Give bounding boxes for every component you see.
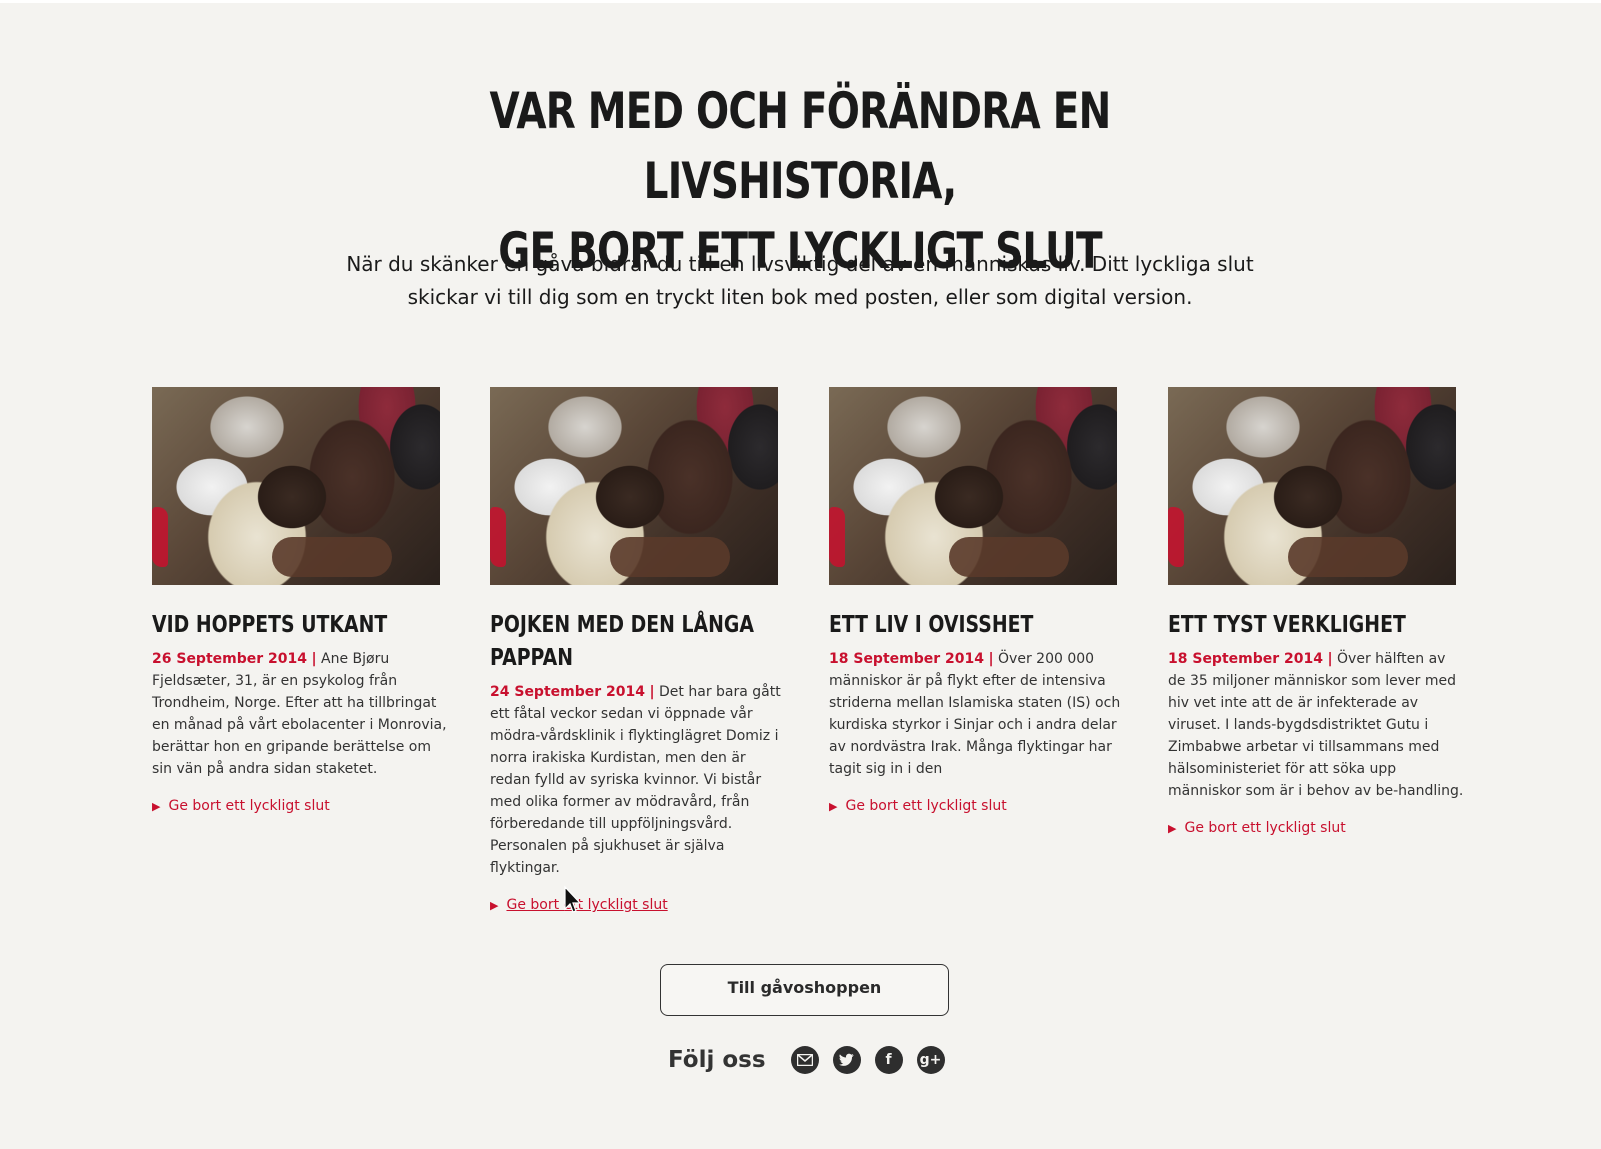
headline-line-1: Var med och förändra en livshistoria, <box>489 82 1112 210</box>
follow-us: Följ oss f g+ <box>668 1040 945 1080</box>
triangle-right-icon: ▶ <box>1168 821 1177 835</box>
story-photo[interactable] <box>1168 387 1456 585</box>
story-date: 18 September 2014 <box>1168 651 1323 667</box>
story-date: 18 September 2014 <box>829 651 984 667</box>
story-excerpt: 26 September 2014 | Ane Bjøru Fjeldsæter… <box>152 648 448 780</box>
link-label: Ge bort ett lyckligt slut <box>168 798 330 814</box>
triangle-right-icon: ▶ <box>152 799 161 813</box>
twitter-icon[interactable] <box>832 1046 861 1074</box>
top-border <box>0 0 1601 3</box>
story-text: Över hälften av de 35 miljoner människor… <box>1168 651 1464 799</box>
story-text: Ane Bjøru Fjeldsæter, 31, är en psykolog… <box>152 651 447 777</box>
social-links: f g+ <box>790 1046 945 1074</box>
give-happy-ending-link[interactable]: ▶ Ge bort ett lyckligt slut <box>152 798 452 814</box>
story-photo[interactable] <box>152 387 440 585</box>
follow-us-label: Följ oss <box>668 1047 766 1073</box>
story-title[interactable]: Ett tyst verklighet <box>1168 609 1463 642</box>
story-card: Vid hoppets utkant 26 September 2014 | A… <box>152 387 452 814</box>
link-label: Ge bort ett lyckligt slut <box>845 798 1007 814</box>
facebook-icon[interactable]: f <box>874 1046 903 1074</box>
story-separator: | <box>1327 651 1333 667</box>
story-date: 24 September 2014 <box>490 684 645 700</box>
link-label: Ge bort ett lyckligt slut <box>1184 820 1346 836</box>
story-date: 26 September 2014 <box>152 651 307 667</box>
link-label: Ge bort ett lyckligt slut <box>506 897 668 913</box>
story-separator: | <box>311 651 317 667</box>
story-text: Det har bara gått ett fåtal veckor sedan… <box>490 684 781 876</box>
story-card: Pojken med den långa pappan 24 September… <box>490 387 790 913</box>
story-separator: | <box>649 684 655 700</box>
story-card: Ett tyst verklighet 18 September 2014 | … <box>1168 387 1468 836</box>
gift-shop-button[interactable]: Till gåvoshoppen <box>660 964 949 1016</box>
story-photo[interactable] <box>829 387 1117 585</box>
triangle-right-icon: ▶ <box>829 799 838 813</box>
mail-icon[interactable] <box>790 1046 819 1074</box>
story-title[interactable]: Pojken med den långa pappan <box>490 609 761 675</box>
story-card: Ett liv i ovisshet 18 September 2014 | Ö… <box>829 387 1129 814</box>
intro-text: När du skänker en gåva bidrar du till en… <box>346 252 1254 309</box>
story-excerpt: 18 September 2014 | Över 200 000 människ… <box>829 648 1125 780</box>
mouse-cursor-icon <box>564 885 582 913</box>
give-happy-ending-link[interactable]: ▶ Ge bort ett lyckligt slut <box>490 897 790 913</box>
google-plus-icon[interactable]: g+ <box>916 1046 945 1074</box>
story-excerpt: 18 September 2014 | Över hälften av de 3… <box>1168 648 1464 802</box>
story-photo[interactable] <box>490 387 778 585</box>
story-separator: | <box>988 651 994 667</box>
story-excerpt: 24 September 2014 | Det har bara gått et… <box>490 681 786 879</box>
give-happy-ending-link[interactable]: ▶ Ge bort ett lyckligt slut <box>1168 820 1468 836</box>
give-happy-ending-link[interactable]: ▶ Ge bort ett lyckligt slut <box>829 798 1129 814</box>
triangle-right-icon: ▶ <box>490 898 499 912</box>
story-title[interactable]: Vid hoppets utkant <box>152 609 447 642</box>
story-text: Över 200 000 människor är på flykt efter… <box>829 651 1121 777</box>
story-title[interactable]: Ett liv i ovisshet <box>829 609 1124 642</box>
